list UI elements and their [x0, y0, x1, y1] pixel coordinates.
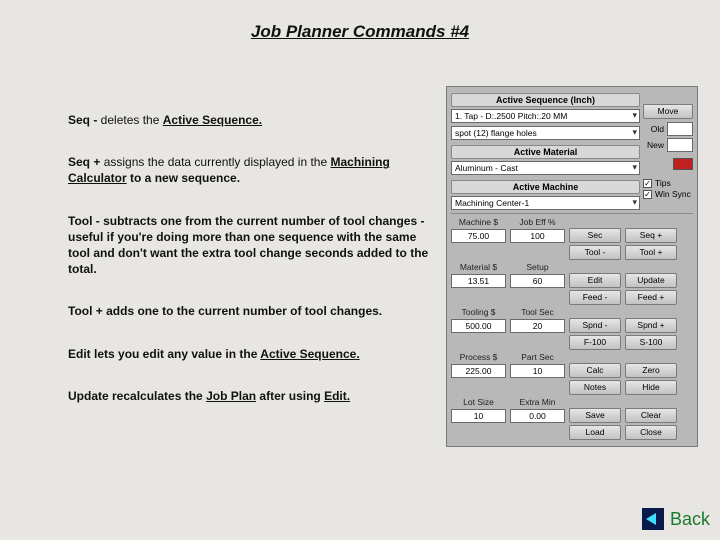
- text: deletes the: [97, 113, 162, 127]
- term: Edit: [68, 347, 91, 361]
- bottom-grid: Machine $75.00 Job Eff %100 Sec Seq + To…: [451, 213, 693, 440]
- text: assigns the data currently displayed in …: [100, 155, 330, 169]
- checkbox-icon: ✓: [643, 179, 652, 188]
- seq-plus-button[interactable]: Seq +: [625, 228, 677, 243]
- text-bold: to a new sequence.: [127, 171, 240, 185]
- update-button[interactable]: Update: [625, 273, 677, 288]
- material-dropdown[interactable]: Aluminum - Cast: [451, 161, 640, 175]
- field-lot-size[interactable]: 10: [451, 409, 506, 423]
- spnd-plus-button[interactable]: Spnd +: [625, 318, 677, 333]
- machine-dropdown-text: Machining Center-1: [455, 198, 529, 208]
- term: Seq -: [68, 113, 97, 127]
- material-dropdown-text: Aluminum - Cast: [455, 163, 518, 173]
- description-column: Seq - deletes the Active Sequence. Seq +…: [68, 112, 438, 430]
- edit-button[interactable]: Edit: [569, 273, 621, 288]
- lbl-material-cost: Material $: [451, 262, 506, 273]
- feed-minus-button[interactable]: Feed -: [569, 290, 621, 305]
- notes-dropdown[interactable]: spot (12) flange holes: [451, 126, 640, 140]
- lbl-part-sec: Part Sec: [510, 352, 565, 363]
- back-link[interactable]: Back: [642, 508, 710, 530]
- calc-button[interactable]: Calc: [569, 363, 621, 378]
- term: Seq +: [68, 155, 100, 169]
- text-bold: after using: [256, 389, 324, 403]
- term-underline: Active Sequence.: [163, 113, 262, 127]
- notes-dropdown-text: spot (12) flange holes: [455, 128, 537, 138]
- page-title: Job Planner Commands #4: [0, 22, 720, 42]
- spnd-minus-button[interactable]: Spnd -: [569, 318, 621, 333]
- active-material-header: Active Material: [451, 145, 640, 159]
- field-process-cost[interactable]: 225.00: [451, 364, 506, 378]
- tool-plus-button[interactable]: Tool +: [625, 245, 677, 260]
- load-button[interactable]: Load: [569, 425, 621, 440]
- feed-plus-button[interactable]: Feed +: [625, 290, 677, 305]
- tips-label: Tips: [655, 178, 671, 188]
- term: Tool -: [68, 214, 100, 228]
- sequence-dropdown[interactable]: 1. Tap - D:.2500 Pitch:.20 MM: [451, 109, 640, 123]
- lbl-tool-sec: Tool Sec: [510, 307, 565, 318]
- old-label: Old: [643, 124, 664, 134]
- close-button[interactable]: Close: [625, 425, 677, 440]
- field-job-eff[interactable]: 100: [510, 229, 565, 243]
- field-material-cost[interactable]: 13.51: [451, 274, 506, 288]
- para-update: Update recalculates the Job Plan after u…: [68, 388, 438, 404]
- clear-button[interactable]: Clear: [625, 408, 677, 423]
- tips-checkbox[interactable]: ✓ Tips: [643, 178, 693, 188]
- checkbox-icon: ✓: [643, 190, 652, 199]
- old-field[interactable]: [667, 122, 693, 136]
- winsync-label: Win Sync: [655, 189, 691, 199]
- term-underline: Edit.: [324, 389, 350, 403]
- text-bold: subtracts one from the current number of…: [68, 214, 428, 277]
- term: Update: [68, 389, 109, 403]
- back-label: Back: [670, 509, 710, 530]
- text-bold: lets you edit any value in the: [91, 347, 261, 361]
- lbl-job-eff: Job Eff %: [510, 217, 565, 228]
- job-planner-panel: Active Sequence (Inch) 1. Tap - D:.2500 …: [446, 86, 698, 447]
- para-tool-minus: Tool - subtracts one from the current nu…: [68, 213, 438, 278]
- active-machine-header: Active Machine: [451, 180, 640, 194]
- hide-button[interactable]: Hide: [625, 380, 677, 395]
- lbl-tooling-cost: Tooling $: [451, 307, 506, 318]
- zero-button[interactable]: Zero: [625, 363, 677, 378]
- machine-dropdown[interactable]: Machining Center-1: [451, 196, 640, 210]
- color-swatch[interactable]: [673, 158, 693, 170]
- term-underline: Job Plan: [206, 389, 256, 403]
- field-extra-min[interactable]: 0.00: [510, 409, 565, 423]
- new-label: New: [643, 140, 664, 150]
- term: Tool +: [68, 304, 103, 318]
- lbl-setup: Setup: [510, 262, 565, 273]
- lbl-lot-size: Lot Size: [451, 397, 506, 408]
- notes-button[interactable]: Notes: [569, 380, 621, 395]
- s100-button[interactable]: S-100: [625, 335, 677, 350]
- field-machine-cost[interactable]: 75.00: [451, 229, 506, 243]
- sec-button[interactable]: Sec: [569, 228, 621, 243]
- field-tooling-cost[interactable]: 500.00: [451, 319, 506, 333]
- para-tool-plus: Tool + adds one to the current number of…: [68, 303, 438, 319]
- para-edit: Edit lets you edit any value in the Acti…: [68, 346, 438, 362]
- text-bold: recalculates the: [109, 389, 206, 403]
- text-bold: adds one to the current number of tool c…: [103, 304, 382, 318]
- field-part-sec[interactable]: 10: [510, 364, 565, 378]
- back-arrow-icon: [642, 508, 664, 530]
- field-tool-sec[interactable]: 20: [510, 319, 565, 333]
- field-setup[interactable]: 60: [510, 274, 565, 288]
- save-button[interactable]: Save: [569, 408, 621, 423]
- new-field[interactable]: [667, 138, 693, 152]
- winsync-checkbox[interactable]: ✓ Win Sync: [643, 189, 693, 199]
- tool-minus-button[interactable]: Tool -: [569, 245, 621, 260]
- move-button[interactable]: Move: [643, 104, 693, 119]
- term-underline: Active Sequence.: [260, 347, 359, 361]
- active-sequence-header: Active Sequence (Inch): [451, 93, 640, 107]
- para-seq-minus: Seq - deletes the Active Sequence.: [68, 112, 438, 128]
- lbl-process-cost: Process $: [451, 352, 506, 363]
- lbl-machine-cost: Machine $: [451, 217, 506, 228]
- f100-button[interactable]: F-100: [569, 335, 621, 350]
- sequence-dropdown-text: 1. Tap - D:.2500 Pitch:.20 MM: [455, 111, 567, 121]
- lbl-extra-min: Extra Min: [510, 397, 565, 408]
- para-seq-plus: Seq + assigns the data currently display…: [68, 154, 438, 186]
